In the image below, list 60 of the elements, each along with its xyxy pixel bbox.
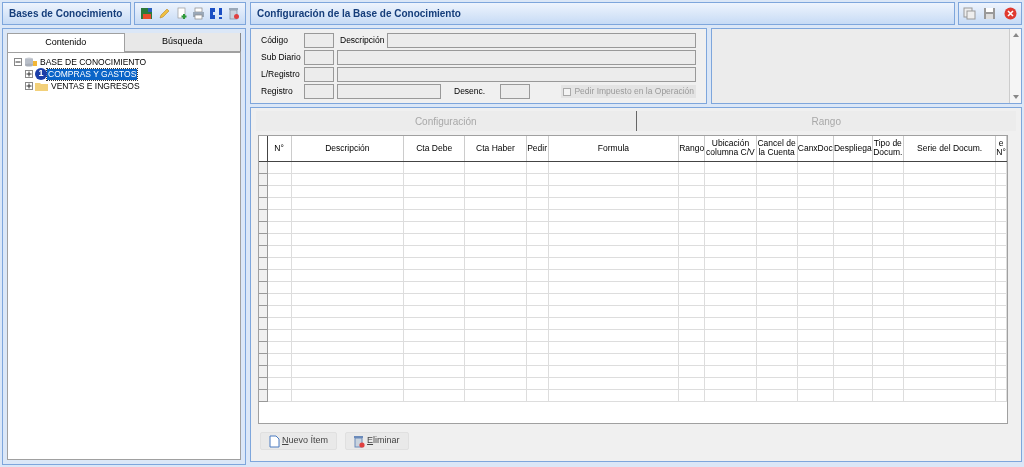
scroll-up-icon[interactable] xyxy=(1011,31,1020,39)
add-document-icon[interactable] xyxy=(175,7,188,20)
expander-icon[interactable] xyxy=(25,70,33,78)
tab[interactable]: Contenido xyxy=(7,33,125,52)
input-field[interactable] xyxy=(337,67,696,82)
input-field[interactable] xyxy=(304,50,334,65)
input-field[interactable] xyxy=(304,33,334,48)
field-label: L/Registro xyxy=(261,68,301,81)
tree-item[interactable]: COMPRAS Y GASTOS xyxy=(47,68,138,80)
close-icon[interactable] xyxy=(1004,7,1018,20)
input-field[interactable] xyxy=(387,33,696,48)
column-header[interactable]: N° xyxy=(267,136,292,161)
copy-icon[interactable] xyxy=(962,7,976,20)
field-label: Registro xyxy=(261,85,294,98)
tab[interactable]: Búsqueda xyxy=(124,33,241,52)
input-field[interactable] xyxy=(337,50,696,65)
input-field[interactable] xyxy=(304,67,334,82)
trash-icon[interactable] xyxy=(227,7,240,20)
document-icon xyxy=(269,434,280,448)
notes-box[interactable] xyxy=(711,28,1022,104)
printer-icon[interactable] xyxy=(192,7,206,20)
database-icon xyxy=(24,57,37,67)
input-field[interactable] xyxy=(500,84,531,99)
field-label: Sub Diario xyxy=(261,51,301,64)
column-header[interactable]: e N° xyxy=(995,136,1007,161)
column-header[interactable]: CanxDoc xyxy=(797,136,834,161)
column-header[interactable]: Pedir xyxy=(526,136,549,161)
chart-icon[interactable] xyxy=(140,7,154,20)
panel-title: Bases de Conocimiento xyxy=(2,2,131,25)
button[interactable]: Eliminar xyxy=(345,432,409,450)
column-header[interactable]: Cta Haber xyxy=(464,136,527,161)
column-header[interactable]: Tipo de Docum. xyxy=(872,136,904,161)
trash-icon xyxy=(354,434,366,448)
checkbox: Pedir Impuesto en la Operación xyxy=(561,85,696,98)
field-label: Descripción xyxy=(340,34,385,47)
expander-icon[interactable] xyxy=(14,58,22,66)
column-header[interactable]: Cta Debe xyxy=(403,136,465,161)
column-header[interactable]: Ubicación columna C/V xyxy=(704,136,757,161)
column-header[interactable]: Cancel de la Cuenta xyxy=(756,136,798,161)
column-header[interactable]: Descripción xyxy=(291,136,404,161)
column-header[interactable]: Rango xyxy=(678,136,705,161)
column-header[interactable]: Serie del Docum. xyxy=(903,136,996,161)
tree-item[interactable]: BASE DE CONOCIMIENTO xyxy=(39,56,148,68)
button[interactable]: Nuevo Ítem xyxy=(260,432,338,450)
folder-icon xyxy=(35,81,48,91)
expand-icon[interactable] xyxy=(209,7,223,20)
column-header[interactable]: Despliega xyxy=(833,136,873,161)
expander-icon[interactable] xyxy=(25,82,33,90)
scrollbar[interactable] xyxy=(1009,29,1021,103)
pencil-icon[interactable] xyxy=(158,7,171,20)
scroll-down-icon[interactable] xyxy=(1011,93,1020,101)
save-icon[interactable] xyxy=(983,7,997,20)
column-header[interactable]: Formula xyxy=(548,136,679,161)
tree-item[interactable]: VENTAS E INGRESOS xyxy=(50,80,141,92)
input-field[interactable] xyxy=(304,84,334,99)
field-label: Desenc. xyxy=(454,85,486,98)
panel-title: Configuración de la Base de Conocimiento xyxy=(250,2,955,25)
input-field[interactable] xyxy=(337,84,441,99)
field-label: Código xyxy=(261,34,289,47)
step-badge: 1 xyxy=(35,68,47,80)
